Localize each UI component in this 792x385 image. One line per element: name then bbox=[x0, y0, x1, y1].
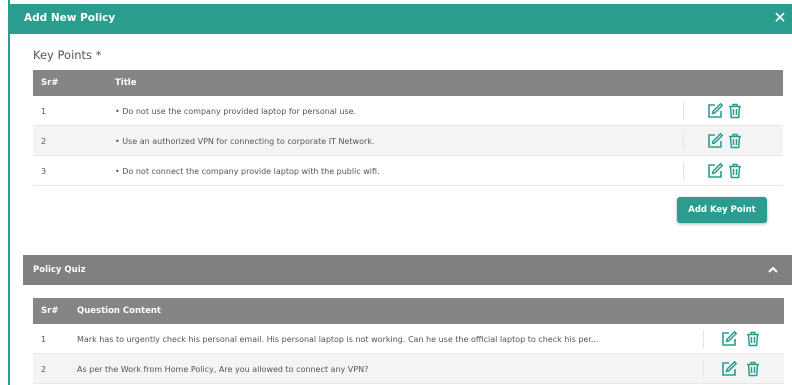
key-point-row: 3 • Do not connect the company provide l… bbox=[33, 156, 783, 186]
row-actions bbox=[683, 102, 741, 120]
quiz-row: 1 Mark has to urgently check his persona… bbox=[33, 324, 784, 354]
key-point-title: • Use an authorized VPN for connecting t… bbox=[115, 137, 375, 146]
policy-quiz-title: Policy Quiz bbox=[33, 265, 86, 275]
policy-quiz-section-header[interactable]: Policy Quiz bbox=[23, 255, 792, 285]
key-point-title: • Do not use the company provided laptop… bbox=[115, 107, 357, 116]
add-policy-modal: Add New Policy ✕ Key Points * Sr# Title … bbox=[8, 0, 792, 385]
add-key-point-button[interactable]: Add Key Point bbox=[677, 197, 767, 223]
row-sr: 3 bbox=[41, 167, 47, 176]
trash-icon[interactable] bbox=[726, 102, 744, 120]
edit-icon[interactable] bbox=[720, 360, 738, 378]
quiz-table-header: Sr# Question Content bbox=[33, 298, 784, 324]
row-sr: 1 bbox=[41, 335, 47, 344]
row-actions bbox=[683, 132, 741, 150]
trash-icon[interactable] bbox=[744, 360, 762, 378]
trash-icon[interactable] bbox=[726, 132, 744, 150]
row-sr: 2 bbox=[41, 365, 47, 374]
close-icon[interactable]: ✕ bbox=[772, 9, 788, 27]
modal-title: Add New Policy bbox=[24, 12, 116, 24]
column-header-sr: Sr# bbox=[41, 306, 59, 316]
edit-icon[interactable] bbox=[720, 330, 738, 348]
row-sr: 2 bbox=[41, 137, 47, 146]
row-sr: 1 bbox=[41, 107, 47, 116]
modal-header: Add New Policy ✕ bbox=[10, 4, 792, 34]
column-header-sr: Sr# bbox=[41, 78, 59, 88]
row-actions bbox=[703, 360, 759, 378]
key-point-title: • Do not connect the company provide lap… bbox=[115, 167, 380, 176]
quiz-row: 2 As per the Work from Home Policy, Are … bbox=[33, 354, 784, 384]
row-actions bbox=[703, 330, 759, 348]
edit-icon[interactable] bbox=[706, 132, 724, 150]
trash-icon[interactable] bbox=[744, 330, 762, 348]
quiz-question: As per the Work from Home Policy, Are yo… bbox=[77, 365, 369, 374]
key-points-table-header: Sr# Title bbox=[33, 70, 783, 96]
key-point-row: 2 • Use an authorized VPN for connecting… bbox=[33, 126, 783, 156]
quiz-question: Mark has to urgently check his personal … bbox=[77, 335, 599, 344]
row-actions bbox=[683, 162, 741, 180]
column-header-title: Title bbox=[115, 78, 137, 88]
edit-icon[interactable] bbox=[706, 102, 724, 120]
chevron-up-icon[interactable] bbox=[766, 262, 780, 276]
column-header-question: Question Content bbox=[77, 306, 161, 316]
edit-icon[interactable] bbox=[706, 162, 724, 180]
key-points-label: Key Points * bbox=[33, 48, 102, 62]
trash-icon[interactable] bbox=[726, 162, 744, 180]
key-point-row: 1 • Do not use the company provided lapt… bbox=[33, 96, 783, 126]
